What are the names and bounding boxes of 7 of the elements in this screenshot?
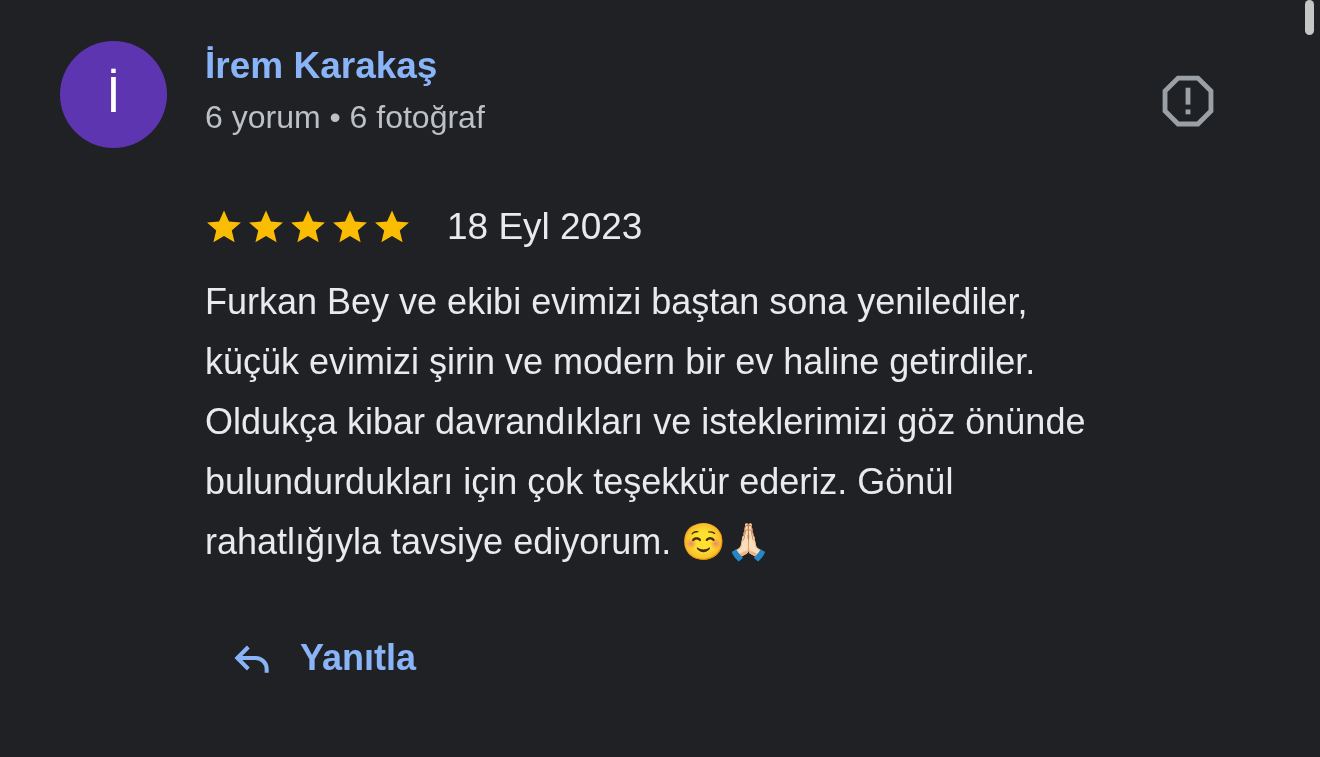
author-name[interactable]: İrem Karakaş xyxy=(205,45,1159,87)
avatar: İ xyxy=(60,41,167,148)
author-meta: 6 yorum • 6 fotoğraf xyxy=(205,99,486,136)
reply-button[interactable]: Yanıtla xyxy=(230,636,417,680)
scrollbar[interactable] xyxy=(1305,0,1314,35)
review-text: Furkan Bey ve ekibi evimizi baştan sona yenilediler, küçük evimizi şirin ve modern bir ev haline getirdiler. Oldukça kibar davrandıkları ve isteklerimizi göz önünde bulundurdukları için çok teşekkür ederiz. Gönül rahatlığıyla tavsiye ediyorum. ☺🙏🏻 xyxy=(205,280,1087,564)
review-date: 18 Eyl 2023 xyxy=(447,206,643,248)
